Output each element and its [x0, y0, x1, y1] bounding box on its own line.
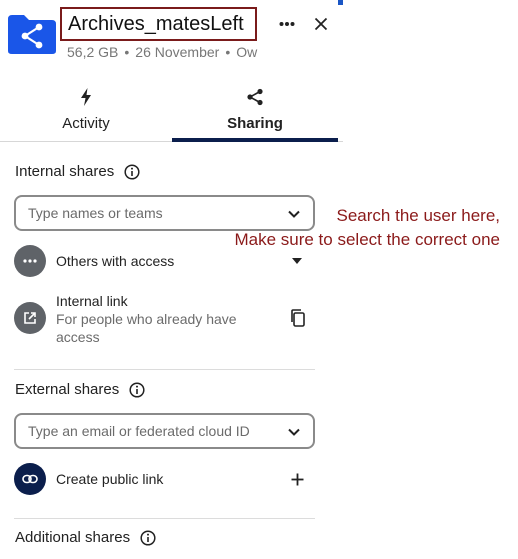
external-shares-title: External shares	[15, 381, 120, 398]
plus-icon[interactable]	[291, 473, 304, 486]
active-tab-indicator	[172, 138, 338, 142]
close-button[interactable]	[308, 12, 334, 36]
info-icon[interactable]	[124, 163, 140, 180]
additional-shares-heading: Additional shares	[15, 529, 156, 546]
link-icon	[14, 463, 46, 495]
file-owner: Ow	[236, 44, 258, 60]
annotation-line-1: Search the user here,	[336, 206, 500, 225]
instruction-annotation: Search the user here, Make sure to selec…	[200, 204, 500, 252]
shared-folder-icon	[6, 13, 58, 55]
chevron-down-icon[interactable]	[287, 425, 301, 439]
file-title[interactable]: Archives_matesLeft	[68, 13, 244, 36]
meta-separator: •	[225, 44, 231, 60]
others-with-access-label: Others with access	[56, 253, 175, 269]
copy-icon[interactable]	[289, 308, 307, 328]
file-size: 56,2 GB	[67, 44, 119, 60]
lightning-icon	[80, 87, 92, 107]
sharing-sidebar: Archives_matesLeft 56,2 GB • 26 November • O…	[0, 0, 343, 559]
section-divider	[14, 518, 315, 519]
file-meta: 56,2 GB • 26 November • Ow	[67, 44, 272, 62]
more-horizontal-icon	[14, 245, 46, 277]
internal-shares-title: Internal shares	[15, 163, 115, 180]
info-icon[interactable]	[140, 529, 156, 546]
tab-sharing[interactable]: Sharing	[172, 80, 338, 142]
info-icon[interactable]	[129, 381, 145, 398]
tab-activity-label: Activity	[62, 115, 110, 132]
create-public-link-label: Create public link	[56, 471, 164, 487]
external-link-icon	[14, 302, 46, 334]
corner-mark	[338, 0, 343, 5]
internal-shares-heading: Internal shares	[15, 163, 140, 180]
file-date: 26 November	[135, 44, 220, 60]
internal-link-description: For people who already have access	[56, 311, 237, 345]
internal-link-text: Internal link For people who already hav…	[56, 292, 256, 346]
tab-sharing-label: Sharing	[227, 115, 283, 132]
create-public-link-row[interactable]: Create public link	[14, 463, 315, 495]
internal-link-label: Internal link	[56, 293, 128, 309]
external-share-search[interactable]	[14, 413, 315, 449]
external-share-search-input[interactable]	[28, 423, 273, 439]
additional-shares-title: Additional shares	[15, 529, 131, 546]
close-icon	[314, 17, 328, 31]
section-divider	[14, 369, 315, 370]
external-shares-heading: External shares	[15, 381, 145, 398]
annotation-line-2: Make sure to select the correct one	[234, 230, 500, 249]
more-horizontal-icon	[279, 22, 295, 26]
meta-separator: •	[124, 44, 130, 60]
internal-link-row: Internal link For people who already hav…	[14, 292, 315, 346]
share-icon	[246, 87, 264, 107]
more-actions-button[interactable]	[274, 12, 300, 36]
title-highlight-box: Archives_matesLeft	[60, 7, 257, 41]
tab-activity[interactable]: Activity	[0, 80, 172, 142]
caret-down-icon[interactable]	[292, 258, 302, 264]
